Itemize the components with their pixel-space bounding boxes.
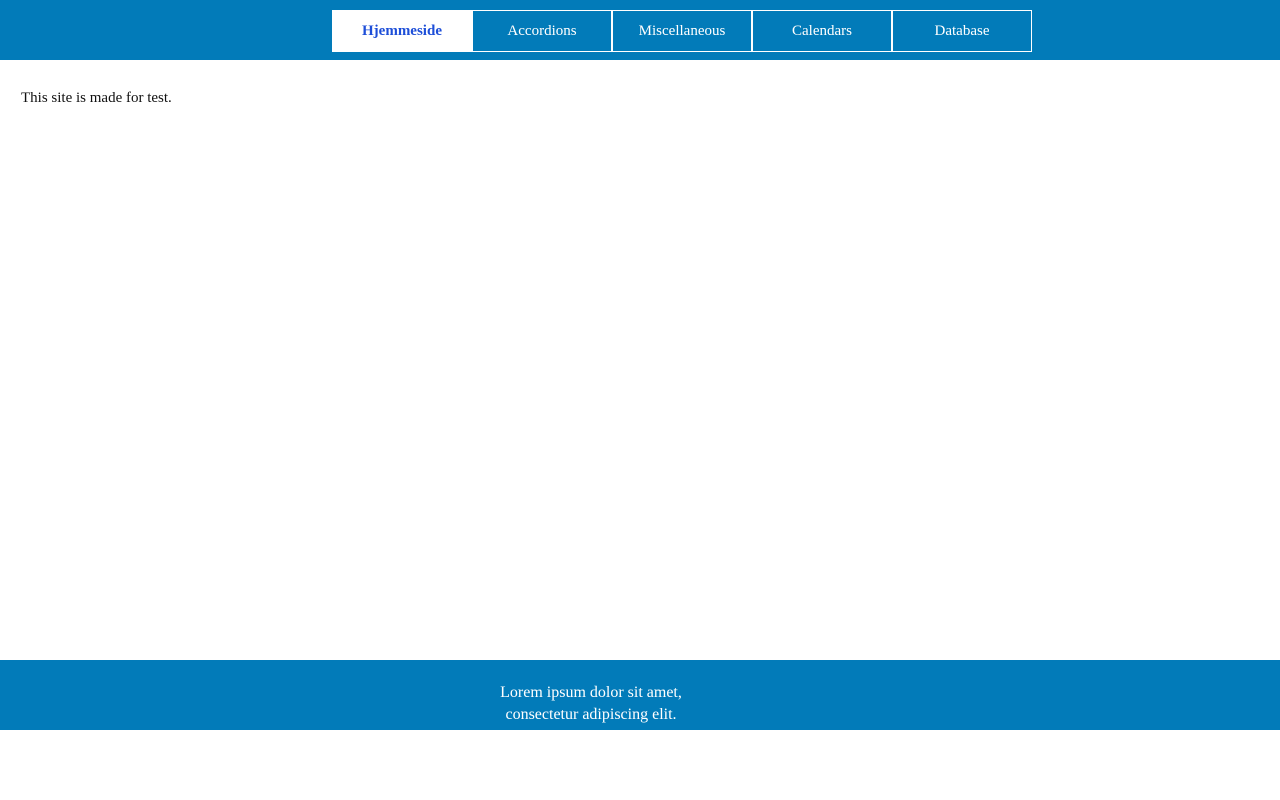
top-navigation-bar: Hjemmeside Accordions Miscellaneous Cale… <box>0 0 1280 60</box>
footer-text: Lorem ipsum dolor sit amet, consectetur … <box>441 682 741 726</box>
nav-item-accordions[interactable]: Accordions <box>472 10 612 52</box>
nav-item-database[interactable]: Database <box>892 10 1032 52</box>
nav-item-calendars[interactable]: Calendars <box>752 10 892 52</box>
nav-item-miscellaneous[interactable]: Miscellaneous <box>612 10 752 52</box>
nav-item-hjemmeside[interactable]: Hjemmeside <box>332 10 472 52</box>
main-text: This site is made for test. <box>21 90 172 106</box>
footer: Lorem ipsum dolor sit amet, consectetur … <box>0 660 1280 730</box>
footer-line-2: consectetur adipiscing elit. <box>505 706 677 723</box>
main-nav: Hjemmeside Accordions Miscellaneous Cale… <box>332 10 1032 52</box>
footer-line-1: Lorem ipsum dolor sit amet, <box>500 684 682 701</box>
